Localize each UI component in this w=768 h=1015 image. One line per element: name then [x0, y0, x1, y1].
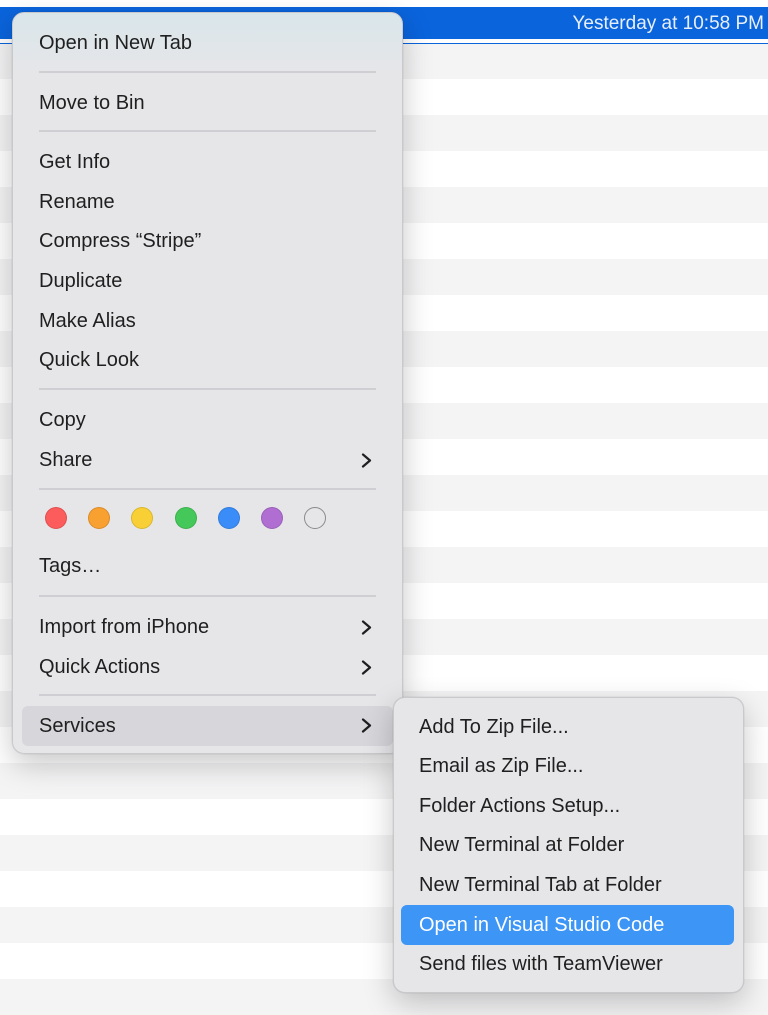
menu-separator [39, 488, 376, 490]
list-top-edge [0, 0, 768, 7]
menu-item-label: New Terminal at Folder [419, 834, 625, 856]
tag-red-dot[interactable] [45, 507, 67, 529]
chevron-right-icon [361, 650, 375, 684]
menu-item-label: Share [39, 449, 93, 471]
menu-item-label: Quick Actions [39, 656, 161, 678]
menu-item-share[interactable]: Share [22, 443, 393, 477]
submenu-item-send-files-teamviewer[interactable]: Send files with TeamViewer [401, 947, 734, 981]
menu-item-duplicate[interactable]: Duplicate [22, 264, 393, 298]
menu-item-label: Open in Visual Studio Code [419, 914, 665, 936]
menu-item-import-from-iphone[interactable]: Import from iPhone [22, 610, 393, 644]
menu-item-label: Get Info [39, 151, 111, 173]
menu-item-move-to-bin[interactable]: Move to Bin [22, 86, 393, 120]
menu-item-make-alias[interactable]: Make Alias [22, 304, 393, 338]
chevron-right-icon [361, 443, 375, 477]
chevron-right-icon [361, 706, 375, 746]
tag-yellow-dot[interactable] [131, 507, 153, 529]
submenu-item-email-as-zip[interactable]: Email as Zip File... [401, 749, 734, 783]
tag-purple-dot[interactable] [261, 507, 283, 529]
menu-item-label: Open in New Tab [39, 32, 193, 54]
menu-item-open-in-new-tab[interactable]: Open in New Tab [22, 26, 393, 60]
submenu-item-folder-actions-setup[interactable]: Folder Actions Setup... [401, 789, 734, 823]
menu-item-label: Send files with TeamViewer [419, 953, 663, 975]
submenu-item-new-terminal-tab-at-folder[interactable]: New Terminal Tab at Folder [401, 868, 734, 902]
menu-item-label: Import from iPhone [39, 616, 210, 638]
menu-separator [39, 71, 376, 73]
menu-item-label: Add To Zip File... [419, 716, 569, 738]
menu-item-label: Services [39, 715, 116, 737]
menu-item-label: Tags… [39, 555, 102, 577]
tag-orange-dot[interactable] [88, 507, 110, 529]
menu-item-rename[interactable]: Rename [22, 185, 393, 219]
menu-item-compress[interactable]: Compress “Stripe” [22, 224, 393, 258]
menu-item-label: New Terminal Tab at Folder [419, 874, 662, 896]
menu-item-get-info[interactable]: Get Info [22, 145, 393, 179]
submenu-item-new-terminal-at-folder[interactable]: New Terminal at Folder [401, 828, 734, 862]
services-submenu: Add To Zip File... Email as Zip File... … [393, 697, 744, 993]
menu-item-label: Compress “Stripe” [39, 230, 202, 252]
menu-separator [39, 388, 376, 390]
menu-item-label: Email as Zip File... [419, 755, 584, 777]
menu-separator [39, 694, 376, 696]
date-modified: Yesterday at 10:58 PM [572, 13, 764, 34]
menu-item-label: Quick Look [39, 349, 140, 371]
tag-none-dot[interactable] [304, 507, 326, 529]
menu-separator [39, 595, 376, 597]
menu-item-label: Make Alias [39, 310, 136, 332]
context-menu: Open in New Tab Move to Bin Get Info Ren… [12, 12, 403, 754]
menu-item-quick-actions[interactable]: Quick Actions [22, 650, 393, 684]
submenu-item-open-in-vscode[interactable]: Open in Visual Studio Code [401, 905, 734, 945]
tag-green-dot[interactable] [175, 507, 197, 529]
menu-separator [39, 130, 376, 132]
menu-item-label: Duplicate [39, 270, 123, 292]
submenu-item-add-to-zip[interactable]: Add To Zip File... [401, 710, 734, 744]
chevron-right-icon [361, 610, 375, 644]
menu-item-tags[interactable]: Tags… [22, 549, 393, 583]
menu-item-label: Move to Bin [39, 92, 145, 114]
menu-item-quick-look[interactable]: Quick Look [22, 343, 393, 377]
menu-item-label: Rename [39, 191, 115, 213]
menu-item-services[interactable]: Services [22, 706, 393, 746]
tag-blue-dot[interactable] [218, 507, 240, 529]
menu-item-label: Copy [39, 409, 86, 431]
menu-item-copy[interactable]: Copy [22, 403, 393, 437]
menu-item-label: Folder Actions Setup... [419, 795, 621, 817]
